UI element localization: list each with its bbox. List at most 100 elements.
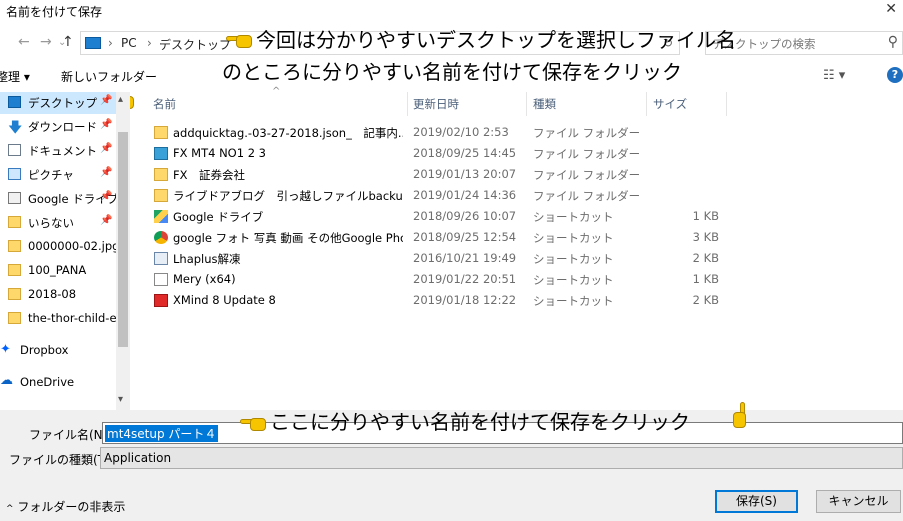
pin-icon: 📌 (100, 119, 113, 130)
scroll-up-icon[interactable]: ▴ (118, 94, 123, 105)
sidebar-item-google-drive[interactable]: Google ドライブ 📌 (0, 188, 116, 210)
sidebar-item-folder[interactable]: the-thor-child-e (0, 308, 116, 330)
sort-chevron-icon: ^ (272, 86, 281, 97)
file-type: ショートカット (533, 231, 614, 245)
sidebar-item-label: 2018-08 (28, 287, 77, 301)
sidebar-item-folder[interactable]: 100_PANA (0, 260, 116, 282)
file-size: 1 KB (692, 209, 719, 223)
column-header-type[interactable]: 種類 (533, 96, 556, 112)
sidebar-item-onedrive[interactable]: ☁ OneDrive (0, 372, 116, 394)
new-folder-button[interactable]: 新しいフォルダー (61, 68, 157, 85)
file-row[interactable]: XMind 8 Update 8 2019/01/18 12:22 ショートカッ… (140, 291, 740, 312)
file-row[interactable]: FX MT4 NO1 2 3 2018/09/25 14:45 ファイル フォル… (140, 144, 740, 165)
chevron-up-icon: ^ (6, 504, 14, 514)
file-row[interactable]: Lhaplus解凍 2016/10/21 19:49 ショートカット 2 KB (140, 249, 740, 270)
pointing-hand-icon (732, 402, 750, 428)
sidebar-item-label: OneDrive (20, 375, 75, 389)
file-name: Google ドライブ (173, 210, 264, 224)
scroll-down-icon[interactable]: ▾ (118, 394, 123, 405)
file-name: Mery (x64) (173, 272, 236, 286)
file-row[interactable]: ライブドアブログ 引っ越しファイルbackup i... 2019/01/24 … (140, 186, 740, 207)
lhaplus-icon (154, 252, 168, 265)
file-date: 2018/09/25 12:54 (413, 230, 517, 244)
sidebar-item-label: ピクチャ (28, 168, 74, 182)
filename-value: mt4setup パート４ (105, 425, 219, 442)
save-button[interactable]: 保存(S) (715, 490, 798, 513)
folder-icon (8, 312, 21, 324)
sidebar-item-dropbox[interactable]: ✦ Dropbox (0, 340, 116, 362)
pointing-hand-icon (240, 414, 266, 432)
help-icon[interactable]: ? (887, 67, 903, 83)
file-date: 2016/10/21 19:49 (413, 251, 517, 265)
sidebar-item-label: 0000000-02.jpg.f (28, 239, 116, 253)
navigation-pane: デスクトップ 📌 🡇 ダウンロード 📌 ドキュメント 📌 ピクチャ 📌 Goog… (0, 92, 130, 410)
column-divider (526, 92, 527, 116)
organize-label: 整理 (0, 70, 21, 84)
organize-menu[interactable]: 整理 ▾ (0, 68, 30, 85)
file-date: 2019/01/24 14:36 (413, 188, 517, 202)
pin-icon: 📌 (100, 191, 113, 202)
file-type: ショートカット (533, 273, 614, 287)
file-type: ファイル フォルダー (533, 126, 641, 140)
cancel-button[interactable]: キャンセル (816, 490, 901, 513)
filetype-value: Application (104, 451, 172, 465)
pin-icon: 📌 (100, 215, 113, 226)
close-icon[interactable]: ✕ (885, 1, 897, 17)
file-type: ショートカット (533, 294, 614, 308)
file-name: FX 証券会社 (173, 168, 245, 182)
pin-icon: 📌 (100, 167, 113, 178)
sidebar-item-pictures[interactable]: ピクチャ 📌 (0, 164, 116, 186)
sidebar-item-label: ダウンロード (28, 120, 97, 134)
file-row[interactable]: Google ドライブ 2018/09/26 10:07 ショートカット 1 K… (140, 207, 740, 228)
sidebar-scrollbar[interactable]: ▴ ▾ (116, 92, 130, 410)
sidebar-item-documents[interactable]: ドキュメント 📌 (0, 140, 116, 162)
file-name: google フォト 写真 動画 その他Google Pho... (173, 231, 403, 245)
breadcrumb-pc[interactable]: PC (121, 36, 137, 50)
folder-icon (8, 216, 21, 228)
sidebar-item-label: 100_PANA (28, 263, 87, 277)
sidebar-item-folder[interactable]: 0000000-02.jpg.f (0, 236, 116, 258)
file-row[interactable]: google フォト 写真 動画 その他Google Pho... 2018/0… (140, 228, 740, 249)
file-date: 2018/09/26 10:07 (413, 209, 517, 223)
annotation-top-line2: のところに分りやすい名前を付けて保存をクリック (222, 60, 682, 84)
breadcrumb-desktop[interactable]: デスクトップ (159, 36, 231, 53)
hide-folders-toggle[interactable]: ^ フォルダーの非表示 (6, 498, 125, 515)
network-folder-icon (154, 147, 168, 160)
sidebar-item-desktop[interactable]: デスクトップ 📌 (0, 92, 116, 114)
sidebar-item-label: Dropbox (20, 343, 69, 357)
scrollbar-thumb[interactable] (118, 132, 128, 347)
column-header-date[interactable]: 更新日時 (413, 96, 459, 112)
folder-icon (154, 126, 168, 139)
sidebar-item-label: ドキュメント (28, 144, 97, 158)
folder-icon (8, 288, 21, 300)
view-options-icon[interactable]: ☷ ▾ (823, 68, 845, 83)
sidebar-item-folder[interactable]: 2018-08 (0, 284, 116, 306)
sidebar-item-downloads[interactable]: 🡇 ダウンロード 📌 (0, 116, 116, 138)
forward-arrow-icon[interactable]: → (40, 34, 52, 50)
google-drive-shortcut-icon (154, 210, 168, 223)
file-row[interactable]: FX 証券会社 2019/01/13 20:07 ファイル フォルダー (140, 165, 740, 186)
filetype-select[interactable]: Application (100, 447, 903, 469)
column-header-size[interactable]: サイズ (653, 96, 687, 112)
picture-icon (8, 168, 21, 180)
file-type: ショートカット (533, 210, 614, 224)
back-arrow-icon[interactable]: ← (18, 34, 30, 50)
sidebar-item-label: デスクトップ (28, 96, 97, 110)
chrome-shortcut-icon (154, 231, 168, 244)
folder-icon (154, 189, 168, 202)
search-icon[interactable]: ⚲ (888, 34, 898, 50)
file-date: 2018/09/25 14:45 (413, 146, 517, 160)
up-arrow-icon[interactable]: ↑ (62, 34, 74, 50)
file-size: 1 KB (692, 272, 719, 286)
sidebar-item-iranai[interactable]: いらない 📌 (0, 212, 116, 234)
breadcrumb-separator: › (147, 36, 152, 50)
onedrive-icon: ☁ (0, 373, 13, 388)
file-date: 2019/02/10 2:53 (413, 125, 509, 139)
file-size: 3 KB (692, 230, 719, 244)
file-row[interactable]: addquicktag.-03-27-2018.json_ 記事内... 201… (140, 123, 740, 144)
pin-icon: 📌 (100, 143, 113, 154)
pc-icon (85, 37, 101, 49)
column-header-name[interactable]: 名前 (153, 96, 176, 112)
breadcrumb-separator: › (108, 36, 113, 50)
file-row[interactable]: Mery (x64) 2019/01/22 20:51 ショートカット 1 KB (140, 270, 740, 291)
